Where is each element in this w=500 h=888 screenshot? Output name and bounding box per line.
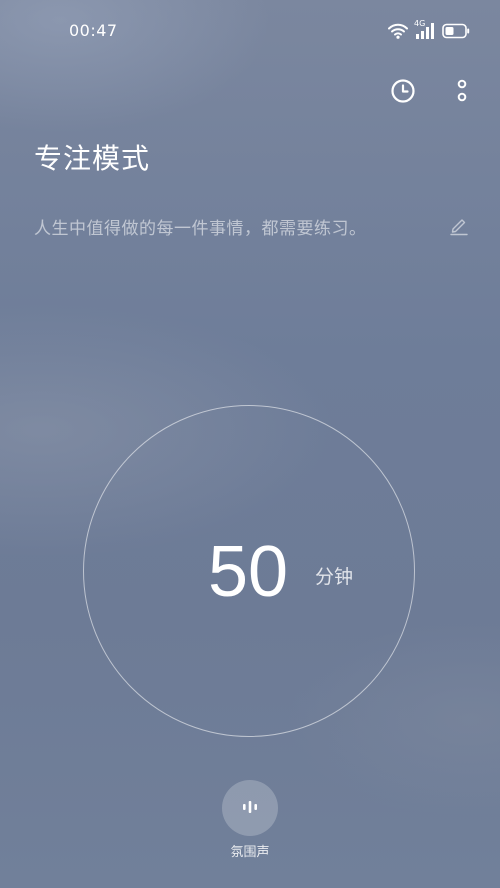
pencil-icon[interactable]	[448, 214, 470, 236]
page-title: 专注模式	[34, 142, 151, 175]
ambient-sound-button[interactable]	[222, 780, 278, 836]
status-icons: 4G	[388, 19, 470, 40]
timer-minutes: 50	[208, 532, 289, 612]
sound-wave-icon	[241, 799, 259, 818]
clock-icon	[390, 78, 416, 108]
motto-text: 人生中值得做的每一件事情，都需要练习。	[34, 219, 367, 239]
history-button[interactable]	[388, 78, 418, 108]
ambient-sound-label: 氛围声	[230, 845, 270, 860]
motto-row[interactable]: 人生中值得做的每一件事情，都需要练习。	[34, 212, 470, 240]
status-bar: 00:47 4G	[0, 0, 500, 62]
wifi-icon	[388, 23, 408, 39]
battery-icon	[442, 23, 470, 39]
signal-icon: 4G	[414, 19, 436, 40]
status-time: 00:47	[69, 21, 118, 40]
more-options-button[interactable]	[447, 78, 477, 108]
timer-unit: 分钟	[315, 566, 354, 588]
more-vertical-icon	[456, 78, 468, 108]
